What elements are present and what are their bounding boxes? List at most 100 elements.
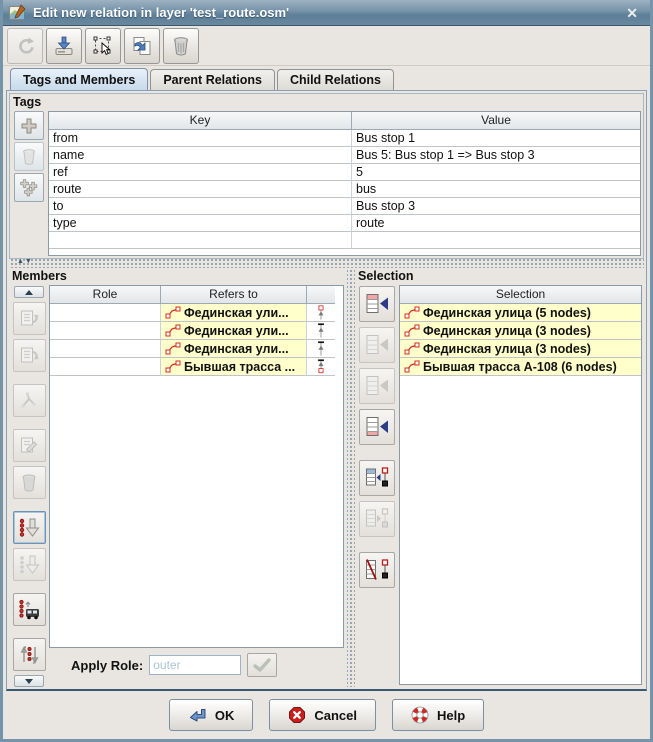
select-selection-from-members-button[interactable] <box>359 501 395 537</box>
selection-item[interactable]: Фединская улица (5 nodes) <box>400 304 641 322</box>
member-role[interactable] <box>50 358 161 376</box>
add-selected-at-end-button[interactable] <box>13 548 46 581</box>
member-name: Бывшая трасса ... <box>184 359 295 375</box>
tab-parent-relations[interactable]: Parent Relations <box>150 69 275 90</box>
help-lifebuoy-icon <box>411 706 429 724</box>
selection-item[interactable]: Фединская улица (3 nodes) <box>400 322 641 340</box>
title-bar[interactable]: Edit new relation in layer 'test_route.o… <box>3 0 650 26</box>
edit-member-button[interactable] <box>13 429 46 462</box>
tag-value[interactable]: Bus 5: Bus stop 1 => Bus stop 3 <box>352 147 640 164</box>
selection-item[interactable]: Бывшая трасса А-108 (6 nodes) <box>400 358 641 376</box>
member-role[interactable] <box>50 340 161 358</box>
copy-members-down-button[interactable] <box>13 339 46 372</box>
connectivity-link-icon <box>311 340 331 357</box>
members-table[interactable]: Role Refers to <box>49 285 344 648</box>
tag-key[interactable] <box>49 232 352 249</box>
member-row[interactable]: Фединская ули... <box>50 322 343 340</box>
delete-tag-button[interactable] <box>14 142 44 171</box>
member-role[interactable] <box>50 322 161 340</box>
members-refers-header: Refers to <box>161 286 307 304</box>
tag-key[interactable]: name <box>49 147 352 164</box>
select-relation-in-map-button[interactable] <box>85 28 121 64</box>
tag-value[interactable]: Bus stop 3 <box>352 198 640 215</box>
cancel-button[interactable]: Cancel <box>269 699 376 731</box>
add-tag-button[interactable] <box>14 111 44 140</box>
member-row[interactable]: Фединская ули... <box>50 340 343 358</box>
help-button[interactable]: Help <box>392 699 484 731</box>
add-selection-at-start-button[interactable] <box>359 286 395 322</box>
tag-value[interactable]: Bus stop 1 <box>352 130 640 147</box>
selection-item[interactable]: Фединская улица (3 nodes) <box>400 340 641 358</box>
delete-relation-button[interactable] <box>163 28 199 64</box>
refresh-button[interactable] <box>7 28 43 64</box>
selection-row[interactable]: Бывшая трасса А-108 (6 nodes) <box>400 358 641 376</box>
remove-selected-members-button[interactable] <box>359 552 395 588</box>
tag-key[interactable]: from <box>49 130 352 147</box>
select-member-objects-button[interactable] <box>13 384 46 417</box>
splitter-grip-icon[interactable]: ▲▼ <box>17 258 33 265</box>
tab-child-relations[interactable]: Child Relations <box>277 69 394 90</box>
member-role[interactable] <box>50 304 161 322</box>
selection-row[interactable]: Фединская улица (3 nodes) <box>400 340 641 358</box>
check-icon <box>252 657 272 673</box>
tag-value[interactable]: 5 <box>352 164 640 181</box>
tag-row[interactable]: to Bus stop 3 <box>49 198 640 215</box>
vertical-splitter[interactable] <box>347 268 355 687</box>
ok-button[interactable]: OK <box>169 699 254 731</box>
sort-route-members-button[interactable] <box>13 593 46 626</box>
tags-group: Tags <box>9 93 644 259</box>
select-members-button[interactable] <box>359 460 395 496</box>
tag-key[interactable]: route <box>49 181 352 198</box>
tag-row[interactable]: from Bus stop 1 <box>49 130 640 147</box>
role-input[interactable] <box>149 655 241 675</box>
tag-key[interactable]: to <box>49 198 352 215</box>
close-icon[interactable]: ✕ <box>622 4 642 22</box>
reverse-order-button[interactable] <box>13 638 46 671</box>
tab-tags-and-members[interactable]: Tags and Members <box>10 68 148 90</box>
tag-row-empty[interactable] <box>49 232 640 249</box>
selection-row[interactable]: Фединская улица (5 nodes) <box>400 304 641 322</box>
add-selection-before-button[interactable] <box>359 327 395 363</box>
ok-arrow-icon <box>188 707 207 724</box>
apply-changes-button[interactable] <box>46 28 82 64</box>
member-name: Фединская ули... <box>184 341 289 357</box>
tags-table[interactable]: Key Value from Bus stop 1 name Bus 5: Bu… <box>48 111 641 256</box>
connectivity-cell <box>307 322 335 340</box>
tag-row[interactable]: name Bus 5: Bus stop 1 => Bus stop 3 <box>49 147 640 164</box>
member-refers-to[interactable]: Фединская ули... <box>161 322 307 340</box>
tag-value[interactable] <box>352 232 640 249</box>
member-refers-to[interactable]: Фединская ули... <box>161 304 307 322</box>
tag-value[interactable]: bus <box>352 181 640 198</box>
horizontal-splitter[interactable]: ▲▼ <box>9 259 644 268</box>
nodes-down-arrow-icon <box>17 516 41 540</box>
tag-row[interactable]: route bus <box>49 181 640 198</box>
way-icon <box>404 306 420 319</box>
selection-toolbar <box>355 285 399 687</box>
copy-members-up-button[interactable] <box>13 302 46 335</box>
tag-row[interactable]: type route <box>49 215 640 232</box>
remove-member-button[interactable] <box>13 466 46 499</box>
member-row[interactable]: Бывшая трасса ... <box>50 358 343 376</box>
tag-value[interactable]: route <box>352 215 640 232</box>
add-selected-after-button[interactable] <box>13 511 46 544</box>
scroll-up-button[interactable] <box>14 286 44 298</box>
selection-row[interactable]: Фединская улица (3 nodes) <box>400 322 641 340</box>
tag-key[interactable]: type <box>49 215 352 232</box>
member-refers-to[interactable]: Фединская ули... <box>161 340 307 358</box>
members-table-empty-area[interactable] <box>50 376 343 647</box>
apply-role-button[interactable] <box>247 653 277 677</box>
add-selection-after-button[interactable] <box>359 368 395 404</box>
selection-table[interactable]: Selection <box>399 285 642 685</box>
duplicate-relation-button[interactable] <box>124 28 160 64</box>
way-icon <box>404 324 420 337</box>
tags-table-empty-area[interactable] <box>49 249 640 255</box>
member-row[interactable]: Фединская ули... <box>50 304 343 322</box>
tag-row[interactable]: ref 5 <box>49 164 640 181</box>
tag-key[interactable]: ref <box>49 164 352 181</box>
add-selection-at-end-button[interactable] <box>359 409 395 445</box>
way-icon <box>165 324 181 337</box>
member-refers-to[interactable]: Бывшая трасса ... <box>161 358 307 376</box>
scroll-down-button[interactable] <box>14 675 44 687</box>
paste-tags-button[interactable] <box>14 173 44 202</box>
selection-table-empty-area[interactable] <box>400 376 641 684</box>
